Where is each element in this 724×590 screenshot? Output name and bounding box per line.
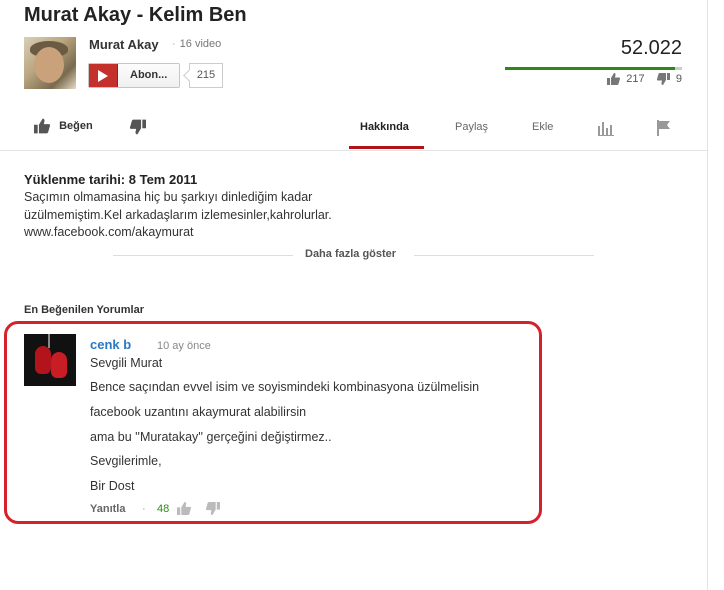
comment-dislike-icon[interactable]: [206, 502, 220, 515]
comment-line: Sevgili Murat: [90, 356, 163, 370]
like-count-icon: [607, 73, 621, 86]
upload-date: Yüklenme tarihi: 8 Tem 2011: [24, 172, 198, 187]
view-count: 52.022: [620, 37, 682, 59]
comment-line: ama bu ''Muratakay'' gerçeğini değiştirm…: [90, 430, 332, 444]
comment-highlight-frame: [4, 321, 542, 524]
comment-line: facebook uzantını akaymurat alabilirsin: [90, 405, 307, 419]
description-line: üzülmemiştim.Kel arkadaşlarım izlemesinl…: [24, 207, 332, 222]
description-link[interactable]: www.facebook.com/akaymurat: [24, 224, 404, 242]
comment-line: Bence saçından evvel isim ve soyismindek…: [90, 380, 480, 394]
comment-like-count: 48: [157, 503, 170, 515]
channel-avatar[interactable]: [24, 37, 76, 89]
like-button[interactable]: Beğen: [34, 118, 93, 134]
video-title: Murat Akay - Kelim Ben: [24, 4, 247, 26]
subscriber-count: 215: [189, 63, 223, 88]
dislike-count-icon: [656, 73, 670, 86]
subscribe-label: Abon...: [130, 69, 168, 81]
subscribe-button[interactable]: Abon...: [88, 63, 180, 88]
dislike-button[interactable]: [130, 118, 146, 136]
comment-line: Bir Dost: [90, 479, 135, 493]
comment-line: Sevgilerimle,: [90, 454, 162, 468]
stats-icon[interactable]: [598, 122, 614, 136]
channel-name[interactable]: Murat Akay: [89, 37, 159, 52]
tab-paylas[interactable]: Paylaş: [455, 121, 488, 133]
video-count: · 16 video: [172, 38, 222, 50]
video-description: Saçımın olmamasina hiç bu şarkıyı dinled…: [24, 189, 404, 242]
like-button-label: Beğen: [59, 120, 93, 132]
flag-icon[interactable]: [656, 120, 672, 136]
tab-ekle[interactable]: Ekle: [532, 121, 553, 133]
comment-like-icon[interactable]: [177, 502, 191, 515]
comment-time[interactable]: 10 ay önce: [157, 340, 211, 352]
comments-section-title: En Beğenilen Yorumlar: [24, 304, 145, 316]
like-stats: 217 9: [607, 73, 682, 86]
divider: [414, 255, 594, 256]
description-line: Saçımın olmamasina hiç bu şarkıyı dinled…: [24, 190, 313, 204]
like-count: 217: [626, 73, 645, 85]
show-more-button[interactable]: Daha fazla göster: [305, 248, 396, 260]
like-ratio-bar: [505, 67, 682, 70]
separator-dot: ·: [142, 503, 146, 515]
divider: [113, 255, 293, 256]
active-tab-indicator: [349, 146, 424, 149]
comment-author[interactable]: cenk b: [90, 337, 131, 352]
youtube-play-icon: [89, 64, 118, 87]
action-bar: Beğen Hakkında Paylaş Ekle: [0, 110, 707, 151]
like-icon: [34, 118, 50, 134]
reply-button[interactable]: Yanıtla: [90, 503, 125, 515]
tab-hakkinda[interactable]: Hakkında: [360, 121, 409, 133]
dislike-icon: [130, 119, 146, 135]
dislike-count: 9: [675, 73, 682, 85]
commenter-avatar[interactable]: [24, 334, 76, 386]
